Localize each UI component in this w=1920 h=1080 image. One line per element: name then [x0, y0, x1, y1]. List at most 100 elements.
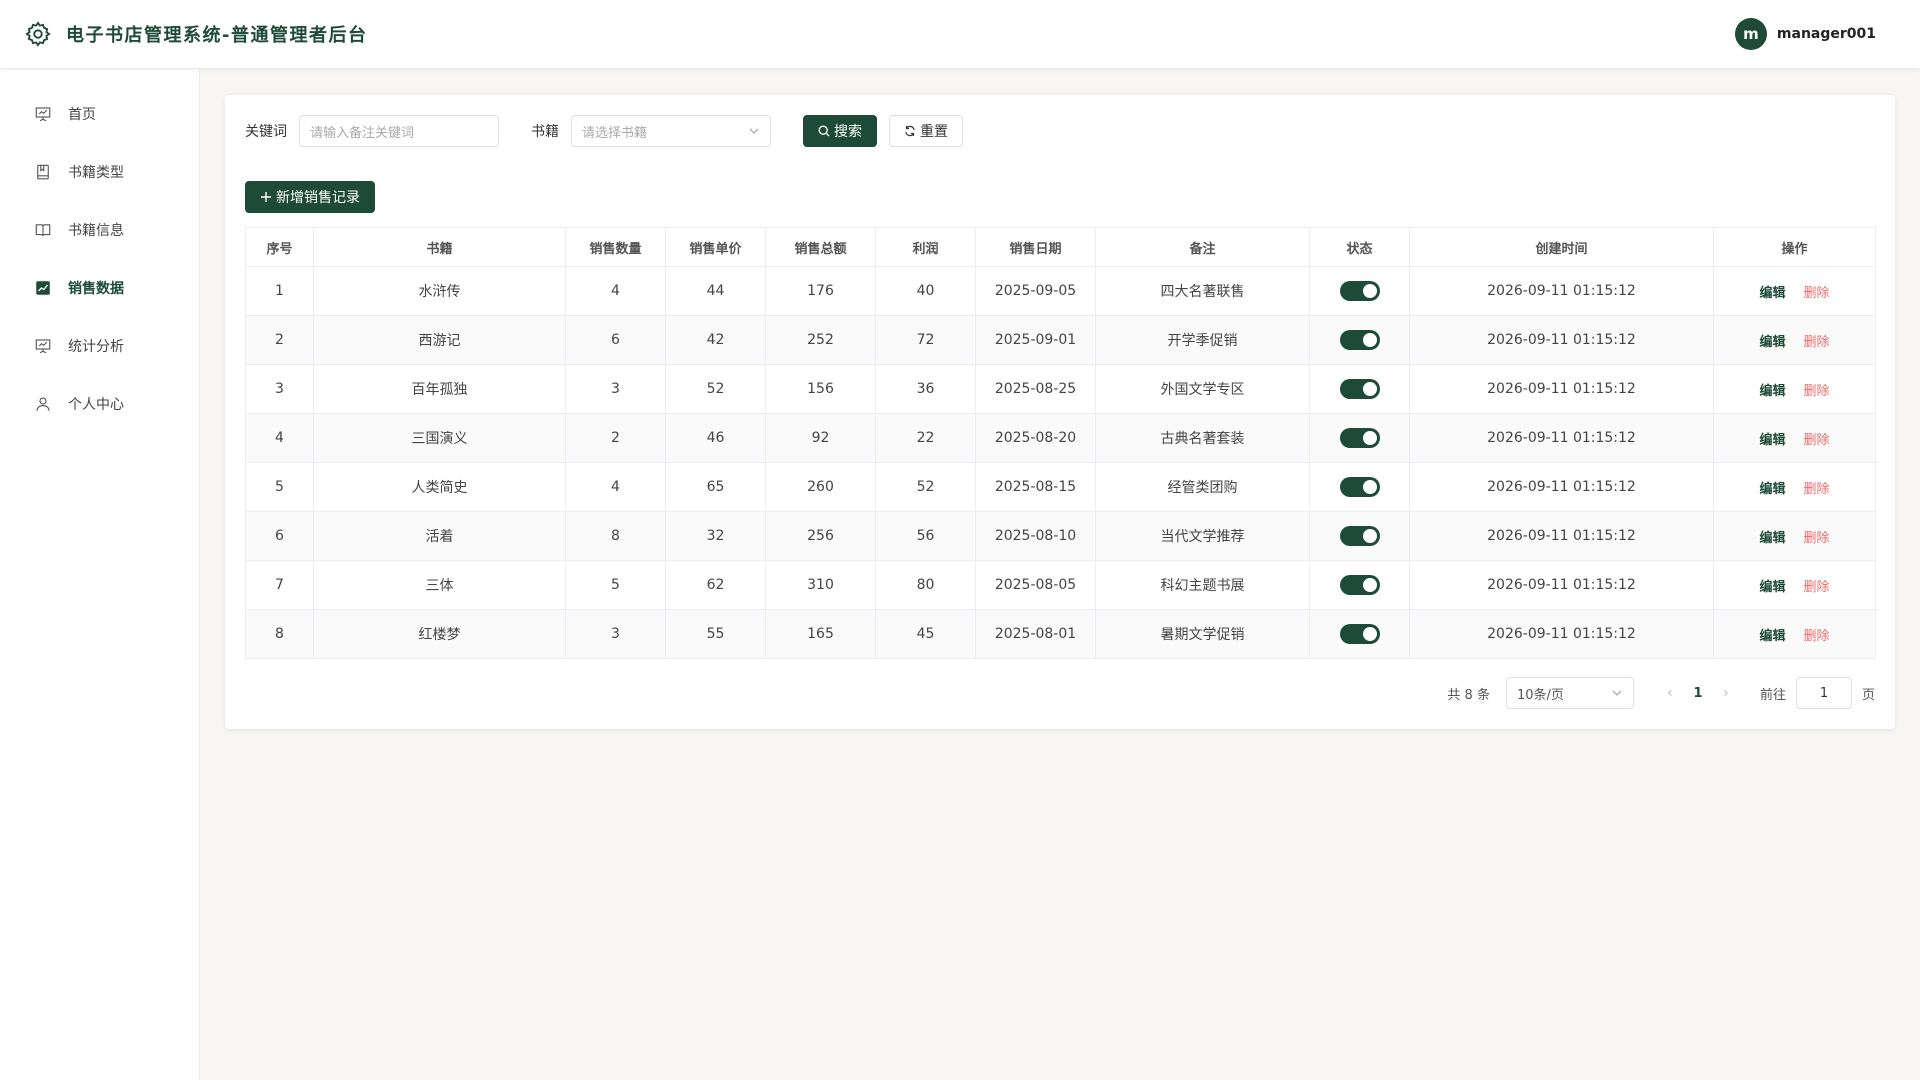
cell-total: 256: [765, 511, 876, 561]
status-toggle[interactable]: [1339, 428, 1380, 448]
sidebar-item-label: 销售数据: [68, 281, 124, 297]
sidebar-item-statistics[interactable]: 统计分析: [0, 317, 199, 375]
search-button[interactable]: 搜索: [803, 115, 877, 147]
book-icon: [37, 164, 49, 180]
cell-status: [1309, 462, 1410, 512]
status-toggle[interactable]: [1339, 575, 1380, 595]
table-row: 4 三国演义 2 46 92 22 2025-08-20 古典名著套装 2026-09-11 0…: [245, 413, 1876, 463]
sidebar-item-label: 首页: [68, 107, 96, 123]
cell-qty: 2: [565, 413, 666, 463]
username[interactable]: manager001: [1777, 26, 1876, 42]
cell-date: 2025-08-15: [975, 462, 1096, 512]
cell-no: 1: [245, 266, 314, 316]
reset-button-label: 重置: [920, 124, 948, 140]
column-header: 销售日期: [975, 227, 1096, 267]
chevron-down-icon: [1612, 690, 1622, 696]
cell-total: 310: [765, 560, 876, 610]
table-row: 3 百年孤独 3 52 156 36 2025-08-25 外国文学专区 2026-09-11 …: [245, 364, 1876, 414]
status-toggle[interactable]: [1339, 379, 1380, 399]
reset-button[interactable]: 重置: [889, 115, 963, 147]
sidebar-item-profile[interactable]: 个人中心: [0, 375, 199, 433]
sidebar: 首页 书籍类型 书籍信息 销售数据 统计分析 个人中心: [0, 69, 200, 1080]
column-header: 创建时间: [1409, 227, 1714, 267]
delete-button[interactable]: 删除: [1804, 531, 1830, 546]
cell-date: 2025-08-10: [975, 511, 1096, 561]
cell-no: 3: [245, 364, 314, 414]
delete-button[interactable]: 删除: [1804, 580, 1830, 595]
edit-button[interactable]: 编辑: [1759, 629, 1785, 644]
cell-date: 2025-08-05: [975, 560, 1096, 610]
page-size-value: 10条/页: [1516, 687, 1564, 703]
edit-button[interactable]: 编辑: [1759, 384, 1785, 399]
cell-profit: 56: [875, 511, 976, 561]
avatar[interactable]: m: [1734, 18, 1767, 50]
edit-button[interactable]: 编辑: [1759, 482, 1785, 497]
filter-bar: 关键词 请输入备注关键词 书籍 请选择书籍 搜索 重置: [245, 115, 1875, 147]
cell-total: 165: [765, 609, 876, 659]
sidebar-item-book-info[interactable]: 书籍信息: [0, 201, 199, 259]
status-toggle[interactable]: [1339, 477, 1380, 497]
goto-page-input[interactable]: 1: [1795, 677, 1852, 709]
cell-qty: 4: [565, 266, 666, 316]
cell-actions: 编辑 删除: [1713, 560, 1876, 610]
user-menu[interactable]: m manager001: [1734, 18, 1896, 50]
keyword-placeholder: 请输入备注关键词: [310, 125, 415, 141]
table-row: 7 三体 5 62 310 80 2025-08-05 科幻主题书展 2026-09-11 01…: [245, 560, 1876, 610]
keyword-input[interactable]: 请输入备注关键词: [299, 115, 499, 147]
cell-status: [1309, 609, 1410, 659]
cell-book: 水浒传: [313, 266, 566, 316]
status-toggle[interactable]: [1339, 281, 1380, 301]
cell-total: 260: [765, 462, 876, 512]
next-page-button[interactable]: ›: [1714, 685, 1738, 701]
edit-button[interactable]: 编辑: [1759, 335, 1785, 350]
edit-button[interactable]: 编辑: [1759, 531, 1785, 546]
delete-button[interactable]: 删除: [1804, 384, 1830, 399]
cell-actions: 编辑 删除: [1713, 266, 1876, 316]
table-row: 2 西游记 6 42 252 72 2025-09-01 开学季促销 2026-09-11 01…: [245, 315, 1876, 365]
column-header: 销售总额: [765, 227, 876, 267]
delete-button[interactable]: 删除: [1804, 433, 1830, 448]
table-row: 1 水浒传 4 44 176 40 2025-09-05 四大名著联售 2026-09-11 0…: [245, 266, 1876, 316]
gear-icon[interactable]: [24, 20, 52, 48]
cell-qty: 6: [565, 315, 666, 365]
cell-profit: 72: [875, 315, 976, 365]
delete-button[interactable]: 删除: [1804, 286, 1830, 301]
cell-qty: 8: [565, 511, 666, 561]
cell-no: 4: [245, 413, 314, 463]
edit-button[interactable]: 编辑: [1759, 286, 1785, 301]
delete-button[interactable]: 删除: [1804, 482, 1830, 497]
status-toggle[interactable]: [1339, 526, 1380, 546]
cell-profit: 22: [875, 413, 976, 463]
sidebar-item-sales-data[interactable]: 销售数据: [0, 259, 199, 317]
cell-status: [1309, 364, 1410, 414]
goto-page-value: 1: [1819, 685, 1829, 701]
cell-created: 2026-09-11 01:15:12: [1409, 266, 1714, 316]
total-count: 共 8 条: [1447, 687, 1490, 703]
cell-price: 65: [665, 462, 766, 512]
cell-book: 西游记: [313, 315, 566, 365]
cell-no: 6: [245, 511, 314, 561]
status-toggle[interactable]: [1339, 330, 1380, 350]
edit-button[interactable]: 编辑: [1759, 580, 1785, 595]
cell-no: 2: [245, 315, 314, 365]
sidebar-item-home[interactable]: 首页: [0, 85, 199, 143]
book-select[interactable]: 请选择书籍: [571, 115, 771, 147]
cell-note: 开学季促销: [1095, 315, 1310, 365]
delete-button[interactable]: 删除: [1804, 629, 1830, 644]
cell-actions: 编辑 删除: [1713, 413, 1876, 463]
user-icon: [36, 397, 50, 411]
goto-label: 前往: [1759, 687, 1786, 703]
delete-button[interactable]: 删除: [1804, 335, 1830, 350]
cell-profit: 80: [875, 560, 976, 610]
status-toggle[interactable]: [1339, 624, 1380, 644]
page-size-select[interactable]: 10条/页: [1505, 677, 1634, 709]
sidebar-item-label: 统计分析: [68, 339, 124, 355]
current-page[interactable]: 1: [1682, 686, 1714, 701]
presentation-icon: [35, 107, 51, 122]
prev-page-button[interactable]: ‹: [1658, 685, 1682, 701]
add-sales-record-button[interactable]: 新增销售记录: [245, 181, 375, 213]
sidebar-item-book-types[interactable]: 书籍类型: [0, 143, 199, 201]
book-placeholder: 请选择书籍: [582, 125, 648, 141]
cell-no: 8: [245, 609, 314, 659]
edit-button[interactable]: 编辑: [1759, 433, 1785, 448]
